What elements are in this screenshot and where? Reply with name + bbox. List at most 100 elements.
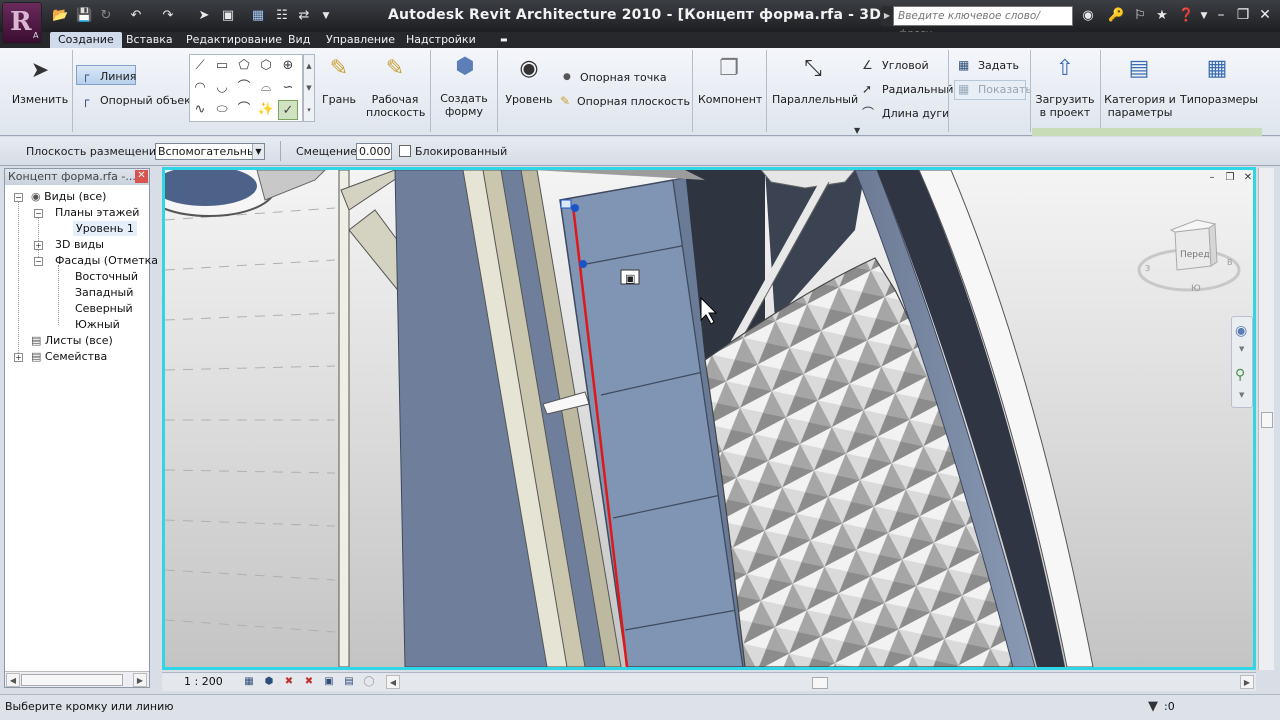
gallery-scroll[interactable]: ▲ ▼ ▾ — [303, 54, 315, 122]
close-icon[interactable]: ✕ — [135, 170, 148, 183]
tree-item-south[interactable]: Южный — [75, 317, 120, 332]
create-form-button-line2[interactable]: форму — [436, 105, 492, 118]
draw-arc2-icon[interactable]: ◡ — [212, 78, 232, 98]
show-crop-icon[interactable]: ▤ — [342, 675, 356, 689]
subscription-icon[interactable]: ⚐ — [1132, 8, 1148, 24]
show-button[interactable]: Показать — [978, 83, 1032, 96]
redo-icon[interactable]: ↷ — [160, 8, 176, 24]
tab-addins[interactable]: Надстройки — [398, 32, 484, 48]
lock-view-icon[interactable]: ◯ — [362, 675, 376, 689]
expand-toggle[interactable]: + — [14, 353, 23, 362]
face-button[interactable]: Грань — [318, 93, 360, 106]
ref-point-button[interactable]: Опорная точка — [580, 71, 667, 84]
load-into-project-line1[interactable]: Загрузить — [1034, 93, 1096, 106]
tab-insert[interactable]: Вставка — [118, 32, 181, 48]
tree-item-3d-views[interactable]: 3D виды — [55, 237, 104, 252]
shadows-icon[interactable]: ✖ — [282, 675, 296, 689]
view-minimize-icon[interactable]: – — [1205, 172, 1219, 184]
browser-scrollbar[interactable]: ◀ ▶ — [5, 671, 149, 687]
category-params-icon[interactable]: ▤ — [1122, 56, 1156, 82]
offset-input[interactable]: 0.000 — [356, 143, 392, 160]
view-close-icon[interactable]: ✕ — [1241, 172, 1253, 184]
draw-rect-icon[interactable]: ▭ — [212, 56, 232, 76]
endpoint-control[interactable] — [560, 199, 572, 209]
work-plane-button-line1[interactable]: Рабочая — [366, 93, 424, 106]
draw-spline-icon[interactable]: ∽ — [278, 78, 298, 98]
draw-fillet-icon[interactable]: ⌓ — [256, 78, 276, 98]
application-menu-button[interactable]: R A — [2, 2, 42, 44]
model-view[interactable]: ▣ — [165, 170, 1253, 667]
open-icon[interactable]: 📂 — [52, 8, 68, 24]
crop-view-icon[interactable]: ▣ — [322, 675, 336, 689]
tree-item-sheets[interactable]: ▤ Листы (все) — [31, 333, 113, 348]
types-button[interactable]: Типоразмеры — [1180, 93, 1258, 106]
view-restore-icon[interactable]: ❐ — [1223, 172, 1237, 184]
tab-modify[interactable]: Редактирование — [178, 32, 290, 48]
category-params-line1[interactable]: Категория и — [1104, 93, 1176, 106]
help-icon[interactable]: ❓ — [1178, 8, 1194, 24]
expand-toggle[interactable]: + — [34, 241, 43, 250]
ribbon-minimize-icon[interactable]: ▬ — [492, 32, 516, 48]
draw-polygon-icon[interactable]: ⬠ — [234, 56, 254, 76]
view-scale[interactable]: 1 : 200 — [184, 675, 223, 688]
maximize-icon[interactable]: ❐ — [1232, 4, 1254, 26]
search-input[interactable]: Введите ключевое слово/фразу — [893, 6, 1073, 40]
create-form-icon[interactable]: ⬢ — [448, 54, 482, 80]
scroll-left-icon[interactable]: ◀ — [6, 673, 20, 687]
rendering-icon[interactable]: ✖ — [302, 675, 316, 689]
angular-dim-button[interactable]: Угловой — [882, 59, 929, 72]
3d-viewport[interactable]: ▣ Перед Ю З В – ❐ ✕ ◉ ▼ ⚲ ▼ — [162, 167, 1256, 670]
qat-menu-icon[interactable]: ▼ — [318, 8, 334, 24]
tree-item-floor-plans[interactable]: Планы этажей — [55, 205, 139, 220]
binoculars-icon[interactable]: ◉ — [1080, 8, 1096, 24]
level-button[interactable]: Уровень — [502, 93, 556, 106]
expand-toggle[interactable]: − — [14, 193, 23, 202]
ref-plane-button[interactable]: Опорная плоскость — [577, 95, 690, 108]
modify-button[interactable]: Изменить — [10, 93, 70, 106]
tree-item-elevations[interactable]: Фасады (Отметка — [55, 253, 158, 268]
expand-toggle[interactable]: − — [34, 209, 43, 218]
viewcube-face-label[interactable]: Перед — [1180, 250, 1210, 260]
tree-item-north[interactable]: Северный — [75, 301, 133, 316]
pick-lines-icon[interactable]: ✓ — [278, 100, 298, 120]
visual-style-icon[interactable]: ⬢ — [262, 675, 276, 689]
types-icon[interactable]: ▦ — [1200, 56, 1234, 82]
set-button[interactable]: Задать — [978, 59, 1019, 72]
undo-icon[interactable]: ↶ — [128, 8, 144, 24]
viewcube-east-label[interactable]: В — [1227, 258, 1233, 267]
category-params-line2[interactable]: параметры — [1104, 106, 1176, 119]
locked-checkbox[interactable] — [399, 145, 411, 157]
expand-toggle[interactable]: − — [34, 257, 43, 266]
work-plane-button-line2[interactable]: плоскость — [366, 106, 425, 119]
align-icon[interactable]: ☷ — [274, 8, 290, 24]
viewcube-front[interactable] — [1174, 227, 1212, 271]
reference-button[interactable]: Опорный объект — [100, 94, 197, 107]
filter-icon[interactable]: ▼ — [1148, 699, 1158, 714]
viewcube-west-label[interactable]: З — [1145, 264, 1150, 273]
scroll-right-icon[interactable]: ▶ — [133, 673, 147, 687]
draw-arc3-icon[interactable]: ⌒ — [234, 78, 254, 98]
midpoint-grip[interactable] — [579, 260, 587, 268]
viewcube-side[interactable] — [1208, 223, 1218, 267]
minimize-icon[interactable]: – — [1210, 4, 1232, 26]
grid-icon[interactable]: ▦ — [250, 8, 266, 24]
scroll-thumb[interactable] — [1261, 412, 1273, 428]
component-icon[interactable]: ❐ — [712, 56, 746, 82]
measure-icon[interactable]: ⇄ — [296, 8, 312, 24]
draw-point-spline-icon[interactable]: ✨ — [256, 100, 276, 120]
key-icon[interactable]: 🔑 — [1108, 8, 1124, 24]
chevron-down-icon[interactable]: ▼ — [252, 144, 264, 159]
tab-create[interactable]: Создание — [50, 32, 122, 48]
create-form-button-line1[interactable]: Создать — [436, 92, 492, 105]
tab-manage[interactable]: Управление — [318, 32, 403, 48]
zoom-icon[interactable]: ⚲ — [1235, 367, 1245, 383]
draw-line-icon[interactable]: ⟋ — [190, 56, 210, 76]
level-icon[interactable]: ◉ — [512, 56, 546, 82]
scroll-right-icon[interactable]: ▶ — [1240, 675, 1254, 689]
model-icon[interactable]: ▣ — [220, 8, 236, 24]
select-icon[interactable]: ➤ — [196, 8, 212, 24]
modify-arrow-icon[interactable]: ➤ — [26, 58, 54, 84]
steering-menu-icon[interactable]: ▼ — [1239, 345, 1244, 353]
radial-dim-button[interactable]: Радиальный — [882, 83, 953, 96]
close-icon[interactable]: ✕ — [1254, 4, 1276, 26]
